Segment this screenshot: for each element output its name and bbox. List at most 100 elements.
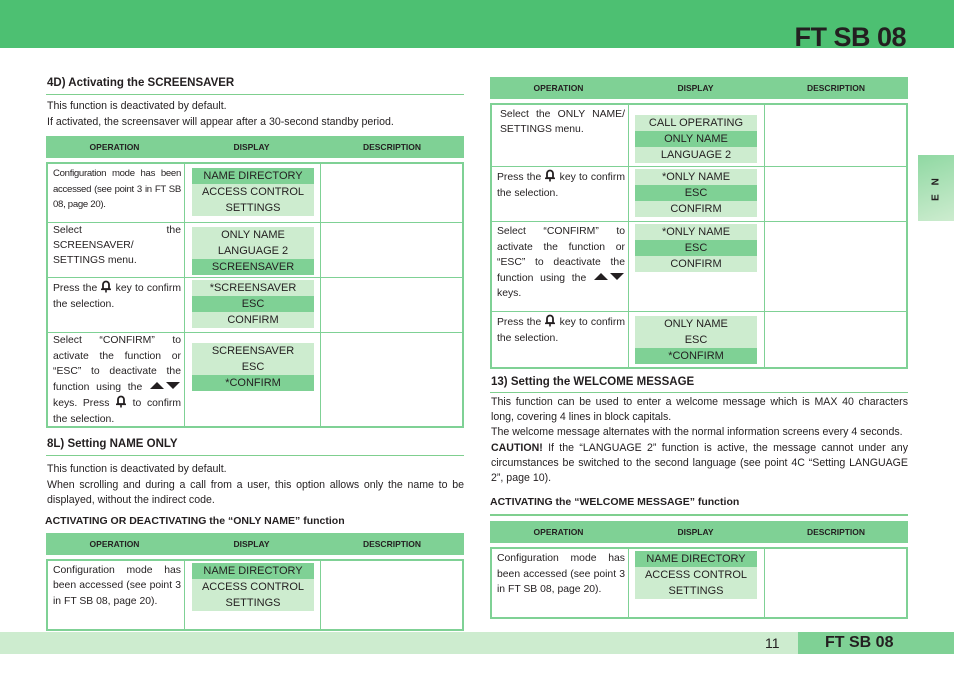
bell-key-icon (115, 395, 127, 408)
section-title-name-only: 8L) Setting NAME ONLY (47, 438, 178, 450)
name-only-para-2: When scrolling and during a call from a … (47, 478, 464, 507)
description-cell (321, 223, 462, 277)
lcd-line-selected: NAME DIRECTORY (192, 168, 314, 184)
lcd-line: *ONLY NAME (635, 224, 757, 240)
header-operation: OPERATION (533, 83, 584, 93)
name-only-table-continued: Select the ONLY NAME/ SETTINGS menu. CAL… (490, 103, 908, 369)
section-divider (46, 455, 464, 456)
footer-title: FT SB 08 (825, 634, 894, 651)
section-title-screensaver: 4D) Activating the SCREENSAVER (47, 77, 235, 89)
header-operation: OPERATION (533, 527, 584, 538)
up-down-arrow-keys-icon (593, 271, 625, 281)
lcd-line: ONLY NAME (192, 227, 314, 243)
lcd-display: *ONLY NAME ESC CONFIRM (635, 169, 757, 217)
lcd-line: ESC (192, 359, 314, 375)
operation-cell: Configuration mode has been accessed (se… (48, 560, 185, 629)
lcd-line: *ONLY NAME (635, 169, 757, 185)
screensaver-para-2: If activated, the screensaver will appea… (47, 115, 394, 128)
display-cell: *ONLY NAME ESC CONFIRM (629, 167, 765, 221)
description-cell (765, 222, 906, 311)
lcd-line: CONFIRM (635, 256, 757, 272)
lcd-line: ACCESS CONTROL (635, 567, 757, 584)
operation-cell: Press the key to confirm the selection. (48, 278, 185, 332)
header-description: DESCRIPTION (362, 538, 422, 549)
operation-cell: Press the key to confirm the selection. (492, 167, 629, 221)
page-number: 11 (765, 635, 780, 651)
lcd-line-selected: ONLY NAME (635, 131, 757, 147)
lcd-display: SCREENSAVER ESC *CONFIRM (192, 343, 314, 391)
welcome-subhead: ACTIVATING the “WELCOME MESSAGE” functio… (490, 496, 740, 509)
header-description: DESCRIPTION (806, 83, 866, 93)
operation-cell: Select the SCREENSAVER/ SETTINGS menu. (48, 223, 185, 277)
lcd-line: SETTINGS (635, 583, 757, 600)
description-cell (321, 333, 462, 426)
lcd-line: CONFIRM (635, 201, 757, 217)
welcome-para-1: This function can be used to enter a wel… (491, 396, 908, 424)
header-description: DESCRIPTION (362, 142, 422, 152)
lcd-line: CONFIRM (192, 312, 314, 328)
lcd-line: SETTINGS (192, 594, 314, 611)
lcd-display: CALL OPERATING ONLY NAME LANGUAGE 2 (635, 115, 757, 163)
display-cell: NAME DIRECTORY ACCESS CONTROL SETTINGS (629, 549, 765, 618)
operation-cell: Configuration mode has been accessed (se… (492, 549, 629, 618)
display-cell: CALL OPERATING ONLY NAME LANGUAGE 2 (629, 105, 765, 166)
name-only-subhead: ACTIVATING OR DEACTIVATING the “ONLY NAM… (45, 514, 345, 527)
caution-text: If the “LANGUAGE 2” function is active, … (491, 441, 908, 485)
lcd-line-selected: ESC (192, 296, 314, 312)
caution-label: CAUTION! (491, 441, 543, 454)
description-cell (765, 312, 906, 367)
section-divider (490, 514, 908, 517)
description-cell (765, 549, 906, 617)
bell-key-icon (544, 314, 556, 327)
welcome-caution: CAUTION! If the “LANGUAGE 2” function is… (490, 441, 908, 487)
table-header: OPERATION DISPLAY DESCRIPTION (46, 532, 464, 555)
display-cell: NAME DIRECTORY ACCESS CONTROL SETTINGS (185, 164, 321, 222)
section-divider (490, 392, 908, 393)
operation-cell: Select “CONFIRM” to activate the functio… (48, 333, 185, 426)
table-header: OPERATION DISPLAY DESCRIPTION (490, 77, 908, 99)
table-row: Select “CONFIRM” to activate the functio… (492, 221, 906, 311)
table-row: Select “CONFIRM” to activate the functio… (48, 332, 462, 426)
operation-cell: Configuration mode has been accessed (se… (48, 164, 185, 222)
lcd-line: LANGUAGE 2 (192, 243, 314, 259)
description-cell (765, 105, 906, 166)
lcd-line: CALL OPERATING (635, 115, 757, 131)
lcd-line-selected: NAME DIRECTORY (635, 551, 757, 568)
operation-text: keys. Press (53, 398, 110, 410)
operation-cell: Select “CONFIRM” to activate the functio… (492, 222, 629, 311)
bell-key-icon (544, 169, 556, 182)
display-cell: *ONLY NAME ESC CONFIRM (629, 222, 765, 311)
table-header: OPERATION DISPLAY DESCRIPTION (490, 521, 908, 544)
up-down-arrow-keys-icon (149, 380, 181, 390)
welcome-para-2: The welcome message alternates with the … (491, 426, 903, 439)
language-tab: E N (918, 155, 954, 221)
screensaver-table: Configuration mode has been accessed (se… (46, 162, 464, 428)
display-cell: NAME DIRECTORY ACCESS CONTROL SETTINGS (185, 560, 321, 629)
right-column: OPERATION DISPLAY DESCRIPTION Select the… (490, 77, 908, 620)
language-tab-label: E N (930, 175, 942, 201)
table-row: Press the key to confirm the selection. … (492, 311, 906, 367)
lcd-line: ACCESS CONTROL (192, 184, 314, 200)
welcome-table: Configuration mode has been accessed (se… (490, 547, 908, 620)
lcd-display: *ONLY NAME ESC CONFIRM (635, 224, 757, 272)
display-cell: ONLY NAME LANGUAGE 2 SCREENSAVER (185, 223, 321, 277)
operation-cell: Select the ONLY NAME/ SETTINGS menu. (492, 105, 629, 166)
lcd-display: ONLY NAME LANGUAGE 2 SCREENSAVER (192, 227, 314, 275)
operation-text: Press the (497, 317, 542, 328)
name-only-table: Configuration mode has been accessed (se… (46, 558, 464, 631)
operation-cell: Press the key to confirm the selection. (492, 312, 629, 367)
lcd-display: NAME DIRECTORY ACCESS CONTROL SETTINGS (192, 168, 314, 216)
table-row: Configuration mode has been accessed (se… (48, 164, 462, 222)
description-cell (321, 561, 462, 629)
lcd-line-selected: ESC (635, 240, 757, 256)
table-row: Configuration mode has been accessed (se… (492, 549, 906, 618)
lcd-line: LANGUAGE 2 (635, 147, 757, 163)
header-operation: OPERATION (89, 142, 140, 152)
description-cell (765, 167, 906, 221)
table-row: Press the key to confirm the selection. … (48, 277, 462, 332)
lcd-display: *SCREENSAVER ESC CONFIRM (192, 280, 314, 328)
lcd-line: ONLY NAME (635, 316, 757, 332)
footer-tab: FT SB 08 (798, 632, 954, 654)
header-description: DESCRIPTION (806, 527, 866, 538)
lcd-line: ESC (635, 332, 757, 348)
